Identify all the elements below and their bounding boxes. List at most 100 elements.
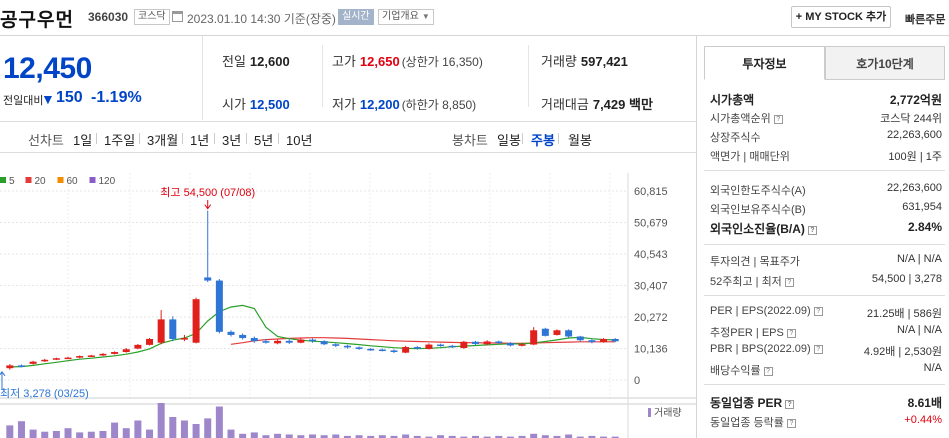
info-key: 투자의견 | 목표주가 xyxy=(710,256,800,268)
tab-weekly[interactable]: 주봉 xyxy=(531,130,555,149)
help-icon[interactable]: ? xyxy=(763,367,773,376)
info-value: 22,263,600 xyxy=(886,182,942,194)
y-tick-label: 10,136 xyxy=(634,344,668,356)
info-row: 투자의견 | 목표주가 N/A | N/A xyxy=(710,253,942,271)
info-key: 시가총액 xyxy=(710,93,755,107)
y-tick-label: 40,543 xyxy=(634,249,668,261)
volume-bar xyxy=(87,431,95,438)
y-tick-label: 50,679 xyxy=(634,218,668,230)
volume-bar xyxy=(309,434,316,438)
help-icon[interactable]: ? xyxy=(773,115,783,124)
divider xyxy=(528,45,529,107)
candle-body xyxy=(227,331,235,335)
volume-bar xyxy=(6,425,14,438)
candle-body xyxy=(437,344,445,347)
volume-bar xyxy=(239,433,247,438)
high-price: 고가 12,650 (상한가 16,350) xyxy=(332,54,483,69)
company-overview-dropdown[interactable]: 기업개요 ▼ xyxy=(378,9,434,25)
info-value: 코스닥 244위 xyxy=(880,113,942,125)
info-key: 추정PER | EPS? xyxy=(710,324,796,340)
tab-1w[interactable]: 1주일 xyxy=(104,130,135,149)
market-badge: 코스닥 xyxy=(134,9,170,25)
legend-label: 20 xyxy=(35,176,47,187)
candle-body xyxy=(6,365,14,369)
candle-body xyxy=(204,277,212,281)
volume-bar xyxy=(215,406,223,438)
candle-body xyxy=(169,319,177,339)
info-key: 배당수익률? xyxy=(710,362,773,378)
trade-amount: 거래대금 7,429 백만 xyxy=(541,97,653,112)
stock-chart[interactable]: 60,815 50,679 40,543 30,407 20,272 10,136 0 5 20… xyxy=(0,153,696,438)
candle-body xyxy=(297,339,305,343)
help-icon[interactable]: ? xyxy=(807,226,817,235)
info-row: 상장주식수 22,263,600 xyxy=(710,129,942,147)
help-icon[interactable]: ? xyxy=(786,329,796,338)
candle-body xyxy=(448,345,456,348)
candle-body xyxy=(122,349,130,353)
tab-5y[interactable]: 5년 xyxy=(254,130,273,149)
volume-bar xyxy=(285,434,293,438)
tab-1d[interactable]: 1일 xyxy=(73,130,92,149)
info-value: 4.92배 | 2,530원 xyxy=(863,346,942,358)
volume-bar xyxy=(180,420,188,438)
help-icon[interactable]: ? xyxy=(786,419,796,428)
add-mystock-button[interactable]: + MY STOCK 추가 xyxy=(791,6,891,28)
tab-order-book[interactable]: 호가10단계 xyxy=(825,46,945,80)
help-icon[interactable]: ? xyxy=(785,400,795,409)
info-value: 22,263,600 xyxy=(886,129,942,141)
help-icon[interactable]: ? xyxy=(813,307,823,316)
info-key: 액면가 | 매매단위 xyxy=(710,151,790,163)
quote-datetime: 2023.01.10 14:30 기준(장중) xyxy=(187,12,336,26)
volume-bar xyxy=(157,403,165,438)
candle-body xyxy=(99,353,107,356)
tab-daily[interactable]: 일봉 xyxy=(497,130,521,149)
info-value: 2.84% xyxy=(907,220,942,234)
info-key: 외국인한도주식수(A) xyxy=(710,185,806,197)
candle-body xyxy=(471,341,479,344)
low-annotation: 최저 3,278 (03/25) xyxy=(0,387,89,400)
tab-separator xyxy=(96,133,97,144)
tab-investment-info[interactable]: 투자정보 xyxy=(704,46,825,80)
volume-bar xyxy=(146,429,154,438)
candle-body xyxy=(506,343,514,346)
info-row: 52주최고 | 최저? 54,500 | 3,278 xyxy=(710,273,942,291)
realtime-badge[interactable]: 실시간 xyxy=(338,9,374,25)
volume-bar xyxy=(565,434,573,438)
tab-1y[interactable]: 1년 xyxy=(190,130,209,149)
candle-body xyxy=(320,341,328,345)
info-value: 54,500 | 3,278 xyxy=(871,273,942,285)
candle-body xyxy=(600,338,608,343)
candle-body xyxy=(262,341,270,343)
y-tick-label: 60,815 xyxy=(634,186,668,198)
candle-body xyxy=(495,341,503,344)
change-amount: 150 xyxy=(56,89,83,106)
volume-bar xyxy=(530,433,538,438)
help-icon[interactable]: ? xyxy=(813,345,823,354)
volume-bar xyxy=(76,432,84,438)
volume-bar xyxy=(29,429,37,438)
candle-body xyxy=(378,349,386,352)
tab-3y[interactable]: 3년 xyxy=(222,130,241,149)
info-row: 시가총액순위? 코스닥 244위 xyxy=(710,110,942,128)
candle-body xyxy=(192,299,200,343)
candle-body xyxy=(41,359,49,362)
tab-separator xyxy=(558,133,559,144)
tab-separator xyxy=(139,133,140,144)
tab-separator xyxy=(214,133,215,144)
info-row: 외국인소진율(B/A)? 2.84% xyxy=(710,220,942,238)
low-price: 저가 12,200 (하한가 8,850) xyxy=(332,97,477,112)
candle-body xyxy=(146,338,154,345)
y-tick-label: 30,407 xyxy=(634,281,668,293)
tab-monthly[interactable]: 월봉 xyxy=(568,130,592,149)
quick-order-link[interactable]: 빠른주문 xyxy=(905,11,945,27)
company-overview-label: 기업개요 xyxy=(382,11,419,22)
divider xyxy=(322,45,323,107)
legend-swatch xyxy=(25,177,32,183)
calendar-icon xyxy=(172,11,183,22)
investment-info-panel: 투자정보 호가10단계 시가총액 2,772억원 시가총액순위? 코스닥 244위 상장… xyxy=(704,46,949,438)
candle-body xyxy=(29,361,37,364)
tab-3m[interactable]: 3개월 xyxy=(147,130,178,149)
tab-10y[interactable]: 10년 xyxy=(286,130,312,149)
candle-body xyxy=(309,339,316,342)
help-icon[interactable]: ? xyxy=(784,278,794,287)
